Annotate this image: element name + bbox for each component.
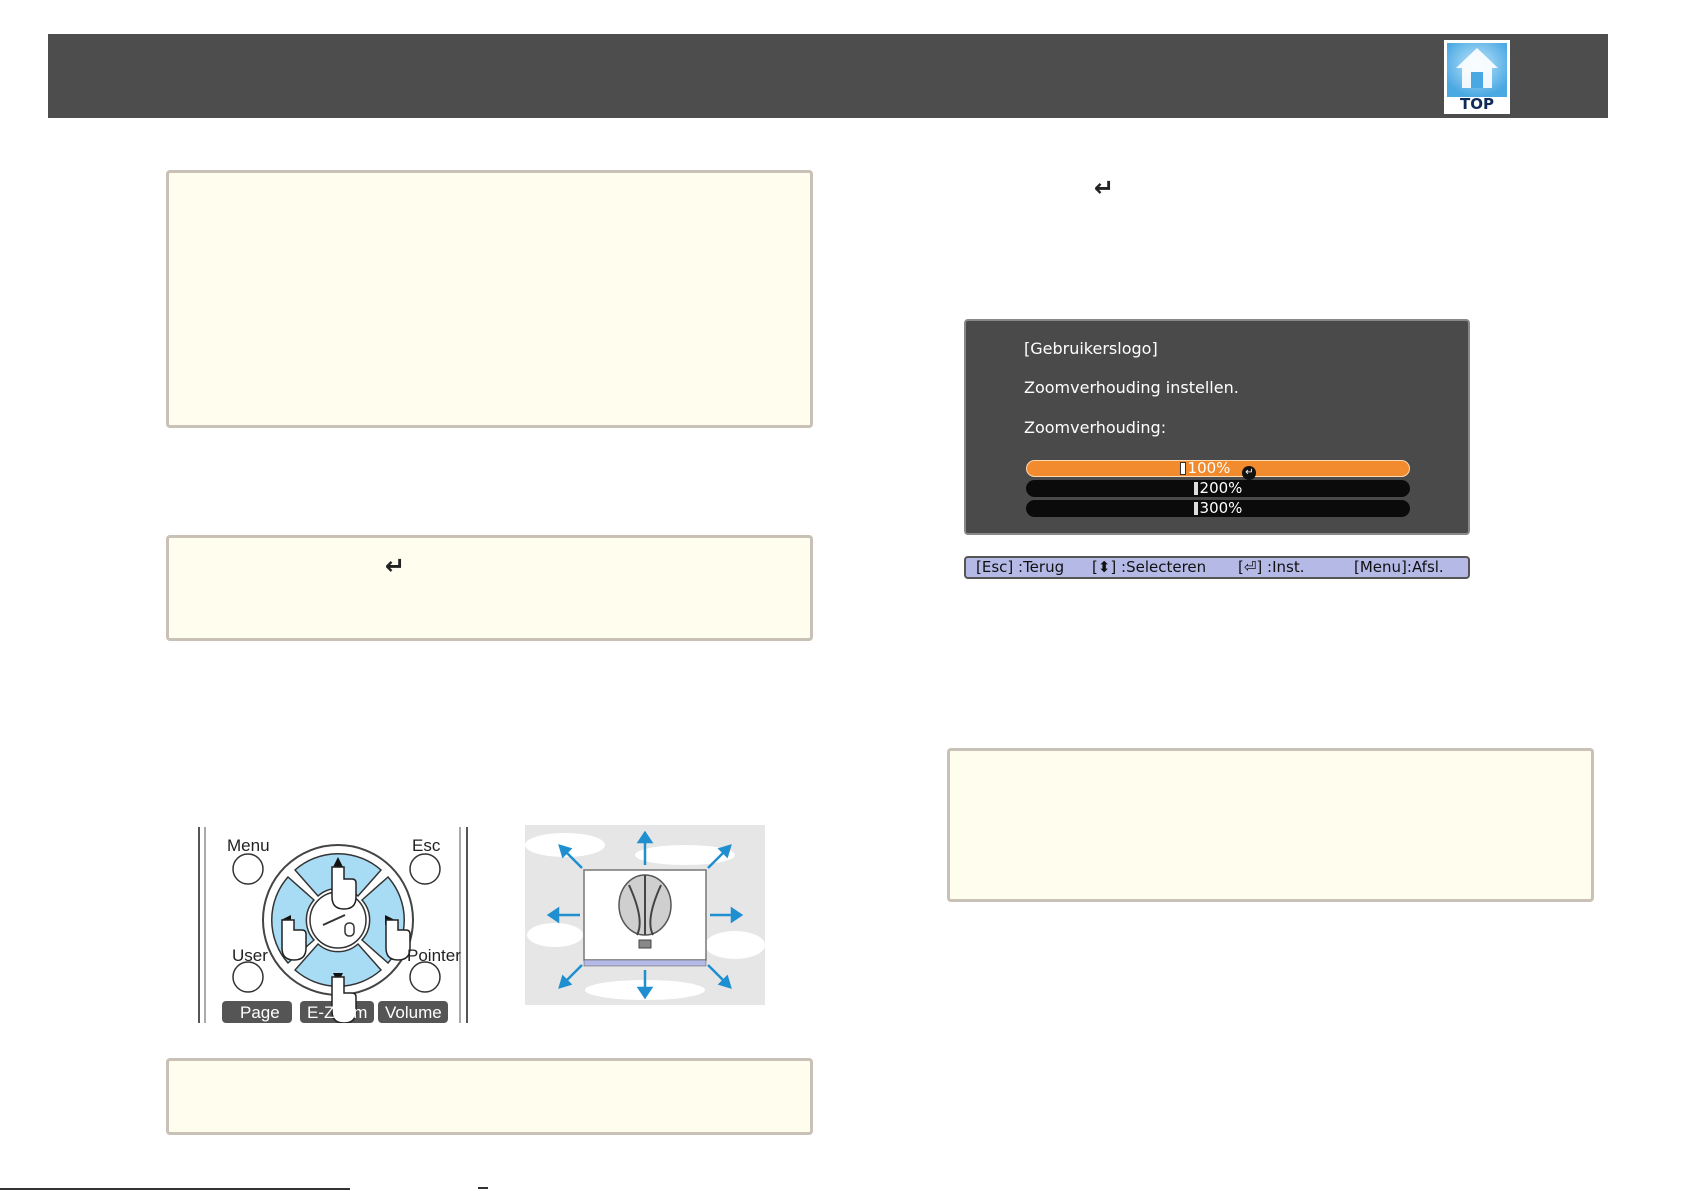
enter-icon: ↵ [1242,466,1257,480]
osd-option-label: 200% [1199,479,1243,497]
remote-label-esc: Esc [412,836,441,855]
guide-menu: [Menu]:Afsl. [1354,558,1444,576]
screen-pan-illustration [525,825,765,1005]
osd-guide-bar: [Esc] :Terug [⬍] :Selecteren [⏎] :Inst. … [964,556,1470,579]
remote-control-illustration: Menu Esc User Pointer Page E-Zoom Volume [198,827,468,1023]
remote-label-pointer: Pointer [407,946,461,965]
guide-esc: [Esc] :Terug [976,558,1065,576]
header-bar [48,34,1608,118]
osd-option-300[interactable]: 300% [1026,500,1410,517]
osd-instruction: Zoomverhouding instellen. [1024,378,1239,397]
osd-title: [Gebruikerslogo] [1024,339,1158,358]
remote-label-page: Page [240,1003,280,1022]
osd-dialog: [Gebruikerslogo] Zoomverhouding instelle… [964,319,1470,535]
footer-divider [0,1188,350,1190]
osd-option-100[interactable]: 100% ↵ [1026,459,1410,480]
osd-option-label: 100% [1187,459,1231,477]
note-box-2: ↵ [166,535,813,641]
remote-label-menu: Menu [227,836,270,855]
osd-label: Zoomverhouding: [1024,418,1167,437]
option-marker-icon [1193,502,1198,515]
note-box-4 [947,748,1594,902]
remote-label-volume: Volume [385,1003,442,1022]
top-label: TOP [1460,95,1494,113]
osd-option-label: 300% [1199,499,1243,517]
footer-tick [478,1187,488,1189]
enter-icon: ↵ [1094,174,1115,202]
osd-option-200[interactable]: 200% [1026,480,1410,497]
option-marker-icon [1179,462,1186,475]
option-marker-icon [1193,482,1198,495]
remote-label-user: User [232,946,268,965]
remote-label-ezoom: E-Zoom [307,1003,367,1022]
note-box-1 [166,170,813,428]
enter-icon: ↵ [385,552,406,580]
note-box-3 [166,1058,813,1135]
guide-enter: [⏎] :Inst. [1238,558,1305,576]
top-button[interactable]: TOP [1444,40,1510,114]
guide-select: [⬍] :Selecteren [1092,558,1207,576]
